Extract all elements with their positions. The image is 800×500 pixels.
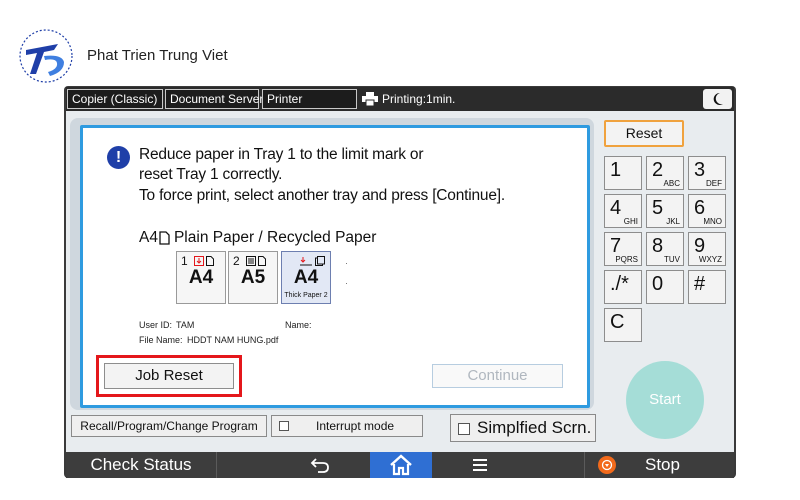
tray-size: A4 xyxy=(188,267,214,288)
energy-saver-button[interactable] xyxy=(703,89,732,109)
back-button[interactable] xyxy=(300,455,340,475)
reset-button[interactable]: Reset xyxy=(604,120,684,147)
back-arrow-icon xyxy=(310,458,329,473)
moon-icon xyxy=(713,92,723,105)
tray-error-icon xyxy=(194,256,204,266)
brand-name: Phat Trien Trung Viet xyxy=(87,47,228,64)
key-1[interactable]: 1 xyxy=(604,156,642,190)
highlight-box xyxy=(96,355,242,397)
key-hash[interactable]: # xyxy=(688,270,726,304)
paper-size: A4 xyxy=(139,229,158,246)
paper-info: A4 Plain Paper / Recycled Paper xyxy=(139,229,376,247)
interrupt-label: Interrupt mode xyxy=(316,419,395,433)
bottom-separator xyxy=(584,452,585,478)
interrupt-checkbox xyxy=(279,421,289,431)
menu-icon xyxy=(473,459,487,471)
tray-status-icons xyxy=(246,256,266,266)
tray-size: A4 xyxy=(293,267,319,288)
tray-paper-icon xyxy=(246,256,256,266)
key-3[interactable]: 3 DEF xyxy=(688,156,726,190)
tray-number: 1 xyxy=(181,254,188,268)
tab-copier-classic[interactable]: Copier (Classic) xyxy=(67,89,163,109)
stop-hand-icon xyxy=(601,459,613,471)
paper-icon xyxy=(206,256,214,266)
home-icon xyxy=(390,454,412,476)
tab-printer[interactable]: Printer xyxy=(262,89,357,109)
brand-logo xyxy=(19,29,73,83)
printer-icon xyxy=(362,92,378,106)
key-0[interactable]: 0 xyxy=(646,270,684,304)
name-label: Name: xyxy=(285,320,312,330)
tray-1[interactable]: 1 A4 xyxy=(176,251,226,304)
paper-type: Plain Paper / Recycled Paper xyxy=(173,229,377,246)
message-line-3: To force print, select another tray and … xyxy=(139,187,505,204)
simplified-checkbox xyxy=(458,423,470,435)
paper-portrait-icon xyxy=(159,231,170,245)
start-button[interactable]: Start xyxy=(626,361,704,439)
recall-program-button[interactable]: Recall/Program/Change Program xyxy=(71,415,267,437)
tray-bypass[interactable]: A4 Thick Paper 2 xyxy=(281,251,331,304)
home-button[interactable] xyxy=(370,452,432,478)
alert-icon: ! xyxy=(107,146,130,169)
stop-icon[interactable] xyxy=(598,456,616,474)
key-5[interactable]: 5 JKL xyxy=(646,194,684,228)
tray-size: A5 xyxy=(240,267,266,288)
key-9[interactable]: 9 WXYZ xyxy=(688,232,726,266)
key-2[interactable]: 2 ABC xyxy=(646,156,684,190)
message-line-2: reset Tray 1 correctly. xyxy=(139,166,283,183)
interrupt-mode-button[interactable]: Interrupt mode xyxy=(271,415,423,437)
key-7[interactable]: 7 PQRS xyxy=(604,232,642,266)
file-name-label: File Name: xyxy=(139,335,183,345)
key-6[interactable]: 6 MNO xyxy=(688,194,726,228)
printing-status: Printing:1min. xyxy=(362,90,455,108)
tray-number: 2 xyxy=(233,254,240,268)
simplified-label: Simplfied Scrn. xyxy=(477,418,592,437)
tray-status-icons xyxy=(299,256,325,266)
tab-document-server[interactable]: Document Server xyxy=(165,89,263,109)
bottom-separator xyxy=(216,452,217,478)
bypass-tray-icon xyxy=(300,257,312,266)
message-line-1: Reduce paper in Tray 1 to the limit mark… xyxy=(139,146,424,163)
thick-paper-icon xyxy=(315,256,325,266)
user-id-value: TAM xyxy=(176,320,195,330)
key-clear[interactable]: C xyxy=(604,308,642,342)
menu-button[interactable] xyxy=(462,455,498,475)
user-id-label: User ID: xyxy=(139,320,173,330)
separator-dots: · · xyxy=(345,258,348,288)
tray-status-icons xyxy=(194,256,214,266)
tray-paper-type: Thick Paper 2 xyxy=(284,292,328,299)
tray-2[interactable]: 2 A5 xyxy=(228,251,278,304)
file-name-value: HDDT NAM HUNG.pdf xyxy=(187,335,279,345)
printing-status-text: Printing:1min. xyxy=(382,92,456,106)
continue-button[interactable]: Continue xyxy=(432,364,563,388)
key-8[interactable]: 8 TUV xyxy=(646,232,684,266)
simplified-screen-button[interactable]: Simplfied Scrn. xyxy=(450,414,596,442)
paper-icon xyxy=(258,256,266,266)
key-4[interactable]: 4 GHI xyxy=(604,194,642,228)
stop-button[interactable]: Stop xyxy=(645,452,680,478)
check-status-button[interactable]: Check Status xyxy=(66,452,216,478)
key-dot-star[interactable]: ./* xyxy=(604,270,642,304)
